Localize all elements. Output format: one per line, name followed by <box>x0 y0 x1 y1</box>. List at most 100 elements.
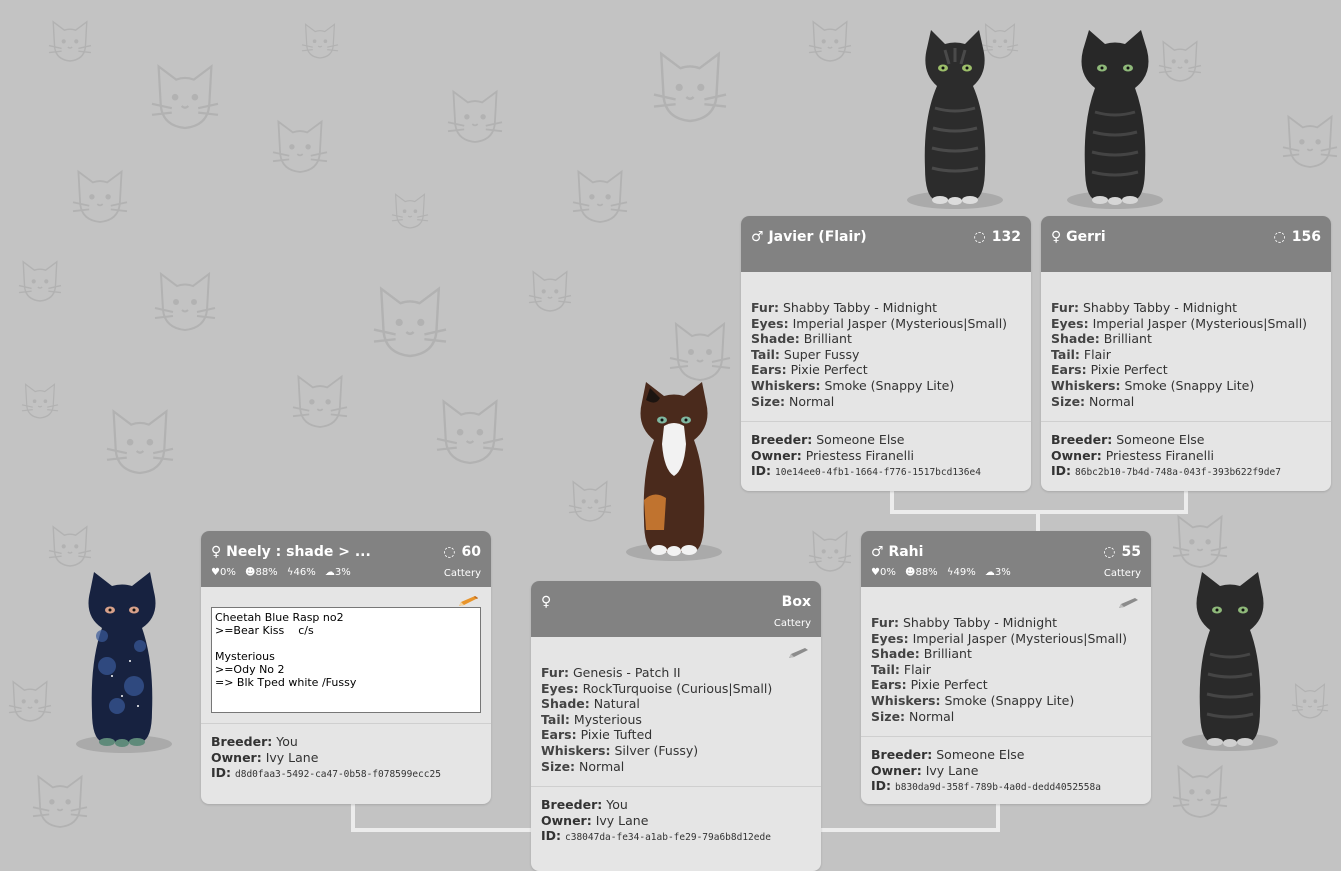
stat-sleep: ☁3% <box>324 567 351 578</box>
cat-figure-rahi[interactable] <box>1180 570 1280 755</box>
ears-value: Pixie Perfect <box>910 677 988 693</box>
card-header: ♀ Gerri ◌ 156 <box>1041 216 1331 272</box>
female-icon: ♀ <box>211 544 222 560</box>
whiskers-value: Smoke (Snappy Lite) <box>824 377 955 393</box>
stat-love: ♥0% <box>211 567 236 578</box>
cat-name[interactable]: ♀ Neely : shade > ... <box>211 544 371 560</box>
ownership-section: Breeder: Someone Else Owner: Priestess F… <box>741 421 1031 489</box>
card-header: ♂ Javier (Flair) ◌ 132 <box>741 216 1031 272</box>
stat-hunger: ☻88% <box>245 567 278 578</box>
stat-energy: ϟ49% <box>946 567 976 578</box>
whiskers-value: Smoke (Snappy Lite) <box>1124 377 1255 393</box>
breeder-value: You <box>276 734 298 749</box>
generation-badge: ◌ 132 <box>973 229 1021 245</box>
cat-id: 86bc2b10-7b4d-748a-043f-393b622f9de7 <box>1075 467 1281 479</box>
shade-value: Brilliant <box>803 331 852 347</box>
owner-value: Ivy Lane <box>925 762 979 778</box>
eyes-value: Imperial Jasper (Mysterious|Small) <box>912 630 1128 646</box>
card-header: ♀ Neely : shade > ... ◌ 60 ♥0% ☻88% ϟ46% … <box>201 531 491 587</box>
connector-bottom-right <box>820 828 1000 832</box>
owner-value: Ivy Lane <box>265 749 319 765</box>
cat-figure-box[interactable] <box>624 380 724 565</box>
ears-value: Pixie Perfect <box>1090 362 1168 378</box>
cat-figure-javier[interactable] <box>905 28 1005 213</box>
cat-card-gerri[interactable]: ♀ Gerri ◌ 156 Fur: Shabby Tabby - Midnigh… <box>1041 216 1331 491</box>
ownership-section: Breeder: You Owner: Ivy Lane ID: c38047d… <box>531 786 821 854</box>
spinner-icon: ◌ <box>1103 544 1116 560</box>
connector-bottom-left <box>351 828 531 832</box>
tail-value: Mysterious <box>573 711 642 727</box>
shade-value: Brilliant <box>1103 331 1152 347</box>
female-icon: ♀ <box>1051 229 1062 245</box>
cattery-label: Cattery <box>1103 568 1141 579</box>
cattery-label: Cattery <box>443 568 481 579</box>
owner-value: Priestess Firanelli <box>1105 447 1215 463</box>
owner-value: Ivy Lane <box>595 812 649 828</box>
shade-value: Brilliant <box>923 646 972 662</box>
cat-card-rahi[interactable]: ♂ Rahi ◌ 55 ♥0% ☻88% ϟ49% ☁3% Cattery Fur… <box>861 531 1151 804</box>
cat-id: c38047da-fe34-a1ab-fe29-79a6b8d12ede <box>565 832 771 844</box>
cattery-label: Cattery <box>773 618 811 629</box>
stat-energy: ϟ46% <box>286 567 316 578</box>
size-value: Normal <box>579 758 625 774</box>
generation-badge: ◌ 156 <box>1273 229 1321 245</box>
whiskers-value: Smoke (Snappy Lite) <box>944 692 1075 708</box>
cat-card-neely[interactable]: ♀ Neely : shade > ... ◌ 60 ♥0% ☻88% ϟ46% … <box>201 531 491 804</box>
cat-notes-textarea[interactable]: Cheetah Blue Rasp no2 >=Bear Kiss c/s My… <box>211 607 481 713</box>
cat-id: b830da9d-358f-789b-4a0d-dedd4052558a <box>895 782 1101 794</box>
cat-stats: ♥0% ☻88% ϟ49% ☁3% <box>871 567 1017 578</box>
cat-card-box[interactable]: ♀ Box Cattery Fur: Genesis - Patch II Ey… <box>531 581 821 871</box>
whiskers-value: Silver (Fussy) <box>614 742 699 758</box>
cat-name[interactable]: ♀ <box>541 594 551 610</box>
breeder-value: Someone Else <box>936 747 1025 763</box>
cat-name[interactable]: ♂ Rahi <box>871 544 923 560</box>
cat-figure-neely[interactable] <box>72 566 172 756</box>
pencil-icon[interactable] <box>457 595 479 607</box>
connector-to-rahi <box>1036 512 1040 532</box>
stat-sleep: ☁3% <box>984 567 1011 578</box>
shade-value: Natural <box>593 696 640 712</box>
spinner-icon: ◌ <box>1273 229 1286 245</box>
spinner-icon: ◌ <box>973 229 986 245</box>
owner-value: Priestess Firanelli <box>805 447 915 463</box>
size-value: Normal <box>789 393 835 409</box>
traits-section: Fur: Shabby Tabby - Midnight Eyes: Imper… <box>861 587 1151 736</box>
breeder-value: Someone Else <box>1116 432 1205 448</box>
tail-value: Flair <box>1083 346 1111 362</box>
generation-badge: ◌ 55 <box>1103 544 1141 560</box>
size-value: Normal <box>1089 393 1135 409</box>
fur-value: Shabby Tabby - Midnight <box>1082 300 1238 315</box>
fur-value: Genesis - Patch II <box>572 665 681 680</box>
cat-name-right[interactable]: Box <box>782 594 811 610</box>
male-icon: ♂ <box>871 544 884 560</box>
traits-section: Fur: Shabby Tabby - Midnight Eyes: Imper… <box>1051 300 1308 409</box>
notes-section: Cheetah Blue Rasp no2 >=Bear Kiss c/s My… <box>201 587 491 723</box>
tail-value: Flair <box>903 661 931 677</box>
eyes-value: RockTurquoise (Curious|Small) <box>582 680 773 696</box>
cat-name[interactable]: ♂ Javier (Flair) <box>751 229 867 245</box>
ownership-section: Breeder: Someone Else Owner: Priestess F… <box>1041 421 1331 489</box>
pencil-disabled-icon[interactable] <box>1117 597 1139 609</box>
tail-value: Super Fussy <box>783 346 860 362</box>
stat-love: ♥0% <box>871 567 896 578</box>
fur-value: Shabby Tabby - Midnight <box>902 615 1058 630</box>
female-icon: ♀ <box>541 594 552 610</box>
ownership-section: Breeder: You Owner: Ivy Lane ID: d8d0faa… <box>201 723 491 791</box>
cat-card-javier[interactable]: ♂ Javier (Flair) ◌ 132 Fur: Shabby Tabby … <box>741 216 1031 491</box>
cat-stats: ♥0% ☻88% ϟ46% ☁3% <box>211 567 357 578</box>
traits-section: Fur: Shabby Tabby - Midnight Eyes: Imper… <box>751 300 1008 409</box>
size-value: Normal <box>909 708 955 724</box>
ears-value: Pixie Perfect <box>790 362 868 378</box>
breeder-value: Someone Else <box>816 432 905 448</box>
ears-value: Pixie Tufted <box>580 727 653 743</box>
traits-section: Fur: Genesis - Patch II Eyes: RockTurquo… <box>531 637 821 786</box>
pencil-disabled-icon[interactable] <box>787 647 809 659</box>
generation-badge: ◌ 60 <box>443 544 481 560</box>
cat-id: 10e14ee0-4fb1-1664-f776-1517bcd136e4 <box>775 467 981 479</box>
breeder-value: You <box>606 797 628 813</box>
cat-figure-gerri[interactable] <box>1065 28 1165 213</box>
male-icon: ♂ <box>751 229 764 245</box>
card-header: ♀ Box Cattery <box>531 581 821 637</box>
card-header: ♂ Rahi ◌ 55 ♥0% ☻88% ϟ49% ☁3% Cattery <box>861 531 1151 587</box>
cat-name[interactable]: ♀ Gerri <box>1051 229 1106 245</box>
